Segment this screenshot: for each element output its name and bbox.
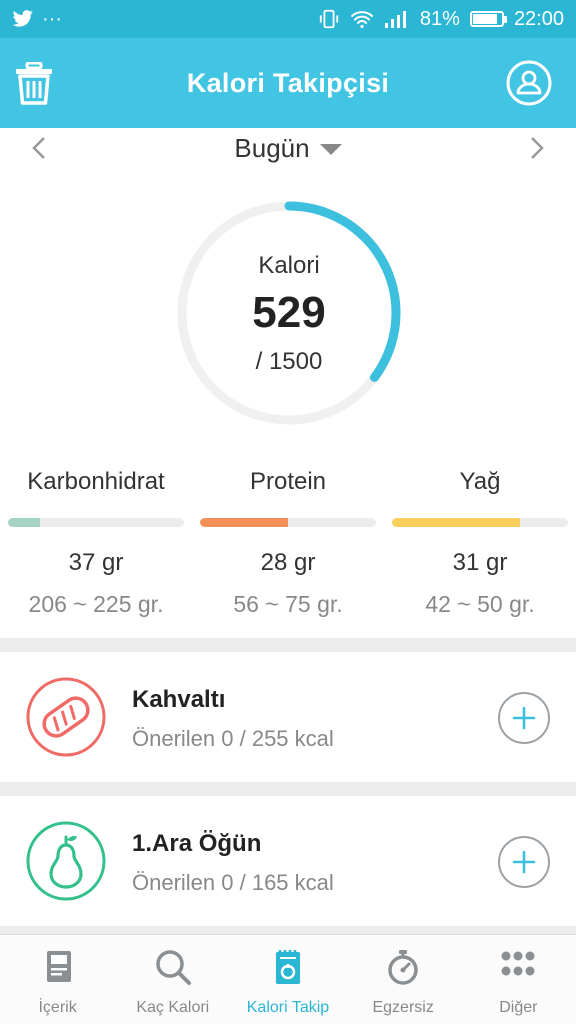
clock: 22:00	[513, 7, 564, 30]
bottom-tab-bar: İçerik Kaç Kalori Kalori Takip Egzersiz	[0, 934, 576, 1024]
date-label[interactable]: Bugün	[234, 133, 309, 164]
macro-progress-bar	[392, 518, 568, 527]
vibrate-icon	[319, 9, 339, 29]
meal-title: 1.Ara Öğün	[132, 830, 262, 857]
calorie-label: Kalori	[258, 252, 320, 279]
stopwatch-icon	[388, 950, 418, 985]
calorie-goal: / 1500	[255, 348, 323, 375]
profile-icon[interactable]	[506, 60, 552, 106]
plus-icon	[512, 706, 536, 730]
tab-kalori-takip[interactable]: Kalori Takip	[230, 935, 345, 1024]
status-more: ···	[42, 7, 62, 30]
macro-name: Yağ	[459, 468, 501, 495]
macros-row: Karbonhidrat 37 gr 206 ~ 225 gr. Protein…	[0, 468, 576, 618]
app-bar: Kalori Takipçisi	[0, 38, 576, 128]
calorie-summary: Kalori 529 / 1500	[176, 200, 402, 426]
date-selector: Bugün	[0, 128, 576, 168]
plus-icon	[512, 850, 536, 874]
macro-range: 42 ~ 50 gr.	[425, 591, 535, 617]
macro-range: 206 ~ 225 gr.	[28, 591, 164, 617]
grid-icon	[501, 951, 535, 976]
bread-icon	[26, 677, 106, 757]
tab-label: Egzersiz	[372, 999, 434, 1016]
macro-amount: 37 gr	[68, 549, 124, 576]
book-icon	[46, 951, 71, 982]
caret-down-icon[interactable]	[319, 143, 342, 155]
macro-amount: 28 gr	[260, 549, 316, 576]
macro-progress-bar	[200, 518, 376, 527]
tab-icerik[interactable]: İçerik	[0, 935, 115, 1024]
notepad-icon	[275, 950, 300, 984]
signal-icon	[384, 11, 406, 28]
battery-percent: 81%	[419, 7, 460, 30]
chevron-left-icon[interactable]	[26, 134, 54, 162]
status-right: 81% 22:00	[318, 8, 564, 31]
meal-title: Kahvaltı	[132, 686, 226, 713]
macro-carbs: Karbonhidrat 37 gr 206 ~ 225 gr.	[0, 468, 192, 618]
meal-subtitle: Önerilen 0 / 165 kcal	[132, 870, 334, 895]
app-title: Kalori Takipçisi	[186, 67, 390, 98]
macro-name: Karbonhidrat	[27, 468, 165, 495]
macro-progress-fill	[392, 518, 521, 527]
chevron-right-icon[interactable]	[522, 134, 550, 162]
meal-subtitle: Önerilen 0 / 255 kcal	[132, 726, 334, 751]
meal-card-snack[interactable]: 1.Ara Öğün Önerilen 0 / 165 kcal	[0, 796, 576, 926]
macro-fat: Yağ 31 gr 42 ~ 50 gr.	[384, 468, 576, 618]
battery-icon	[469, 11, 507, 27]
tab-kac-kalori[interactable]: Kaç Kalori	[115, 935, 230, 1024]
tab-label: Diğer	[499, 999, 538, 1016]
meal-card-breakfast[interactable]: Kahvaltı Önerilen 0 / 255 kcal	[0, 652, 576, 782]
tab-diger[interactable]: Diğer	[461, 935, 576, 1024]
macro-range: 56 ~ 75 gr.	[233, 591, 343, 617]
status-bar: ··· 81% 22:00	[0, 0, 576, 38]
tab-label: İçerik	[38, 999, 77, 1016]
macro-amount: 31 gr	[452, 549, 508, 576]
summary-panel: Bugün Kalori 529 / 1500 Karbonhidrat 37 …	[0, 128, 576, 638]
tab-egzersiz[interactable]: Egzersiz	[346, 935, 461, 1024]
pear-icon	[26, 821, 106, 901]
macro-protein: Protein 28 gr 56 ~ 75 gr.	[192, 468, 384, 618]
macro-progress-bar	[8, 518, 184, 527]
macro-progress-fill	[8, 518, 40, 527]
status-left: ···	[12, 8, 62, 31]
tab-label: Kalori Takip	[246, 999, 330, 1016]
search-icon	[156, 950, 191, 985]
add-snack-button[interactable]	[498, 836, 550, 888]
wifi-icon	[350, 11, 373, 29]
tab-label: Kaç Kalori	[136, 999, 210, 1016]
trash-icon[interactable]	[14, 62, 54, 106]
macro-name: Protein	[249, 468, 327, 495]
twitter-icon	[12, 10, 33, 27]
macro-progress-fill	[200, 518, 288, 527]
calorie-value: 529	[252, 288, 326, 337]
add-breakfast-button[interactable]	[498, 692, 550, 744]
